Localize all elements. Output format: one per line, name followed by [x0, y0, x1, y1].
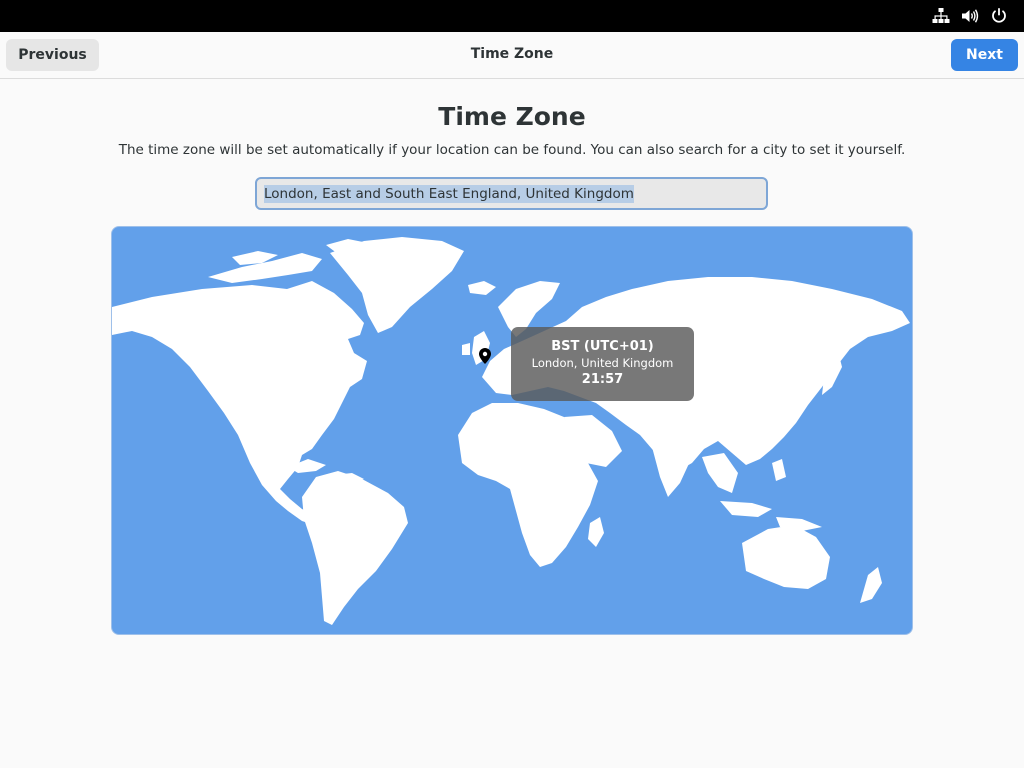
location-search-input[interactable]: London, East and South East England, Uni…: [255, 177, 768, 210]
search-input-text: London, East and South East England, Uni…: [264, 184, 634, 203]
timezone-tooltip: BST (UTC+01) London, United Kingdom 21:5…: [511, 327, 694, 401]
network-icon[interactable]: [932, 7, 950, 25]
world-map[interactable]: BST (UTC+01) London, United Kingdom 21:5…: [111, 226, 913, 635]
volume-icon[interactable]: [961, 7, 979, 25]
next-button[interactable]: Next: [951, 39, 1018, 71]
timezone-city: London, United Kingdom: [531, 356, 674, 370]
timezone-time: 21:57: [581, 372, 624, 387]
header-bar: Previous Time Zone Next: [0, 32, 1024, 79]
south-america-landmass: [302, 471, 408, 625]
system-top-bar: [0, 0, 1024, 32]
timezone-label: BST (UTC+01): [551, 339, 654, 354]
header-title: Time Zone: [470, 46, 554, 62]
page-description: The time zone will be set automatically …: [118, 142, 906, 158]
system-tray: [932, 7, 1008, 25]
australia-landmass: [742, 525, 830, 589]
power-icon[interactable]: [990, 7, 1008, 25]
world-map-land: [112, 237, 910, 625]
page-title: Time Zone: [438, 102, 586, 131]
